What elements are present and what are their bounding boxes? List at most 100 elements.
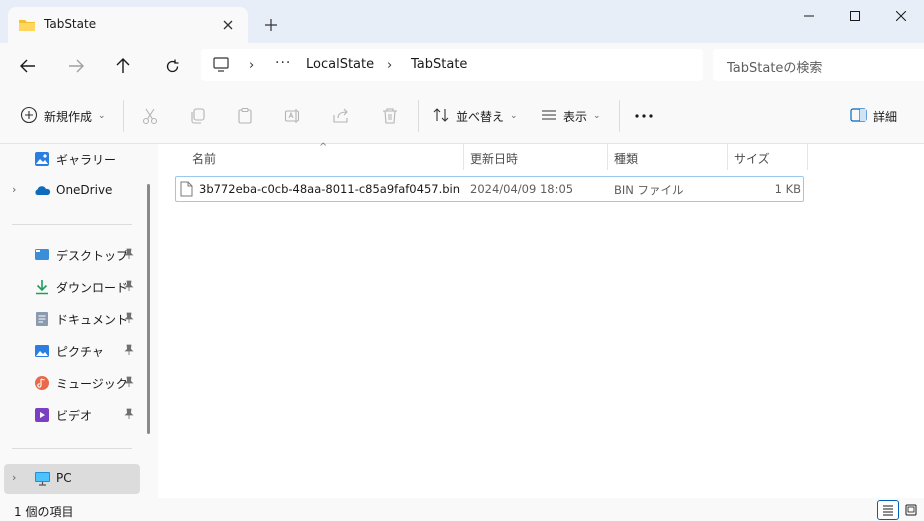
download-icon — [34, 279, 50, 295]
details-pane-button[interactable]: 詳細 — [850, 102, 897, 130]
chevron-right-icon[interactable]: › — [12, 183, 16, 196]
onedrive-icon — [34, 183, 51, 199]
address-row: › ··· LocalState › TabState TabStateの検索 — [0, 43, 924, 88]
sort-icon — [432, 107, 450, 126]
details-pane-label: 詳細 — [873, 109, 898, 124]
close-tab-icon[interactable] — [218, 15, 238, 35]
sidebar-item-documents[interactable]: ドキュメント — [0, 304, 140, 334]
view-button-label: 表示 — [563, 109, 588, 124]
tab-tabstate[interactable]: TabState — [8, 7, 248, 43]
desktop-icon — [34, 247, 50, 263]
breadcrumb-tabstate[interactable]: TabState — [411, 57, 467, 72]
sidebar-item-label: ピクチャ — [56, 345, 104, 359]
tiles-view-icon[interactable] — [900, 500, 922, 520]
breadcrumb-localstate[interactable]: LocalState — [306, 57, 374, 72]
sort-button[interactable]: 並べ替え ⌄ — [432, 102, 518, 130]
gallery-icon — [34, 151, 50, 167]
divider — [123, 100, 124, 132]
file-modified: 2024/04/09 18:05 — [470, 182, 574, 196]
back-arrow-icon[interactable] — [13, 51, 43, 81]
pin-icon[interactable] — [124, 248, 134, 263]
divider — [619, 100, 620, 132]
close-window-icon[interactable] — [878, 0, 924, 32]
pin-icon[interactable] — [124, 408, 134, 423]
file-type: BIN ファイル — [614, 183, 684, 197]
new-button[interactable]: 新規作成 ⌄ — [20, 102, 106, 130]
file-list: ^ 名前 更新日時 種類 サイズ 3b772eba-c0cb-48aa-8011… — [158, 142, 924, 498]
chevron-down-icon: ⌄ — [510, 111, 518, 121]
copy-icon[interactable] — [186, 104, 210, 128]
search-input[interactable]: TabStateの検索 — [713, 49, 924, 81]
rename-icon[interactable] — [281, 104, 305, 128]
command-bar: 新規作成 ⌄ 並べ替え ⌄ 表示 ⌄ 詳細 — [0, 88, 924, 144]
divider — [12, 448, 132, 449]
pin-icon[interactable] — [124, 312, 134, 327]
status-bar: 1 個の項目 — [0, 498, 924, 521]
table-row[interactable]: 3b772eba-c0cb-48aa-8011-c85a9faf0457.bin… — [175, 176, 804, 202]
maximize-icon[interactable] — [832, 0, 878, 32]
nav-scrollbar[interactable] — [147, 184, 150, 434]
column-header-name[interactable]: 名前 — [192, 150, 216, 167]
paste-icon[interactable] — [233, 104, 257, 128]
column-divider[interactable] — [727, 144, 728, 170]
details-pane-icon — [850, 107, 867, 125]
navigation-pane: ギャラリー › OneDrive デスクトップ ダウンロード ドキュメント ピク… — [0, 144, 158, 498]
sort-button-label: 並べ替え — [456, 109, 505, 124]
sidebar-item-desktop[interactable]: デスクトップ — [0, 240, 140, 270]
column-divider[interactable] — [463, 144, 464, 170]
sidebar-item-label: ギャラリー — [56, 153, 117, 167]
pictures-icon — [34, 343, 50, 359]
title-bar: TabState — [0, 0, 924, 43]
plus-circle-icon — [20, 106, 38, 127]
search-placeholder: TabStateの検索 — [727, 61, 823, 76]
chevron-right-icon[interactable]: › — [12, 471, 16, 484]
sidebar-item-label: ダウンロード — [56, 281, 129, 295]
sidebar-item-label: ミュージック — [56, 377, 128, 391]
divider — [12, 224, 132, 225]
sidebar-item-pictures[interactable]: ピクチャ — [0, 336, 140, 366]
sidebar-item-music[interactable]: ミュージック — [0, 368, 140, 398]
details-view-icon[interactable] — [877, 500, 899, 520]
new-tab-icon[interactable] — [260, 14, 282, 36]
column-header-type[interactable]: 種類 — [614, 150, 638, 167]
delete-icon[interactable] — [378, 104, 402, 128]
file-icon — [180, 181, 193, 200]
forward-arrow-icon[interactable] — [61, 51, 91, 81]
sidebar-item-downloads[interactable]: ダウンロード — [0, 272, 140, 302]
address-bar[interactable]: › ··· LocalState › TabState — [201, 49, 703, 81]
column-header-size[interactable]: サイズ — [734, 150, 770, 167]
pin-icon[interactable] — [124, 280, 134, 295]
file-size: 1 KB — [774, 182, 801, 196]
refresh-icon[interactable] — [157, 51, 187, 81]
minimize-icon[interactable] — [786, 0, 832, 32]
column-header-modified[interactable]: 更新日時 — [470, 150, 518, 167]
more-options-icon[interactable] — [632, 104, 656, 128]
more-breadcrumbs-icon[interactable]: ··· — [275, 55, 291, 71]
tab-title: TabState — [44, 17, 97, 31]
sidebar-item-videos[interactable]: ビデオ — [0, 400, 140, 430]
new-button-label: 新規作成 — [44, 109, 93, 124]
sidebar-item-label: OneDrive — [56, 183, 113, 197]
pc-icon — [34, 471, 50, 487]
documents-icon — [34, 311, 50, 327]
sidebar-item-onedrive[interactable]: › OneDrive — [0, 176, 140, 206]
sidebar-item-gallery[interactable]: ギャラリー — [0, 144, 140, 174]
sidebar-item-pc[interactable]: › PC — [4, 464, 140, 494]
pin-icon[interactable] — [124, 376, 134, 391]
share-icon[interactable] — [329, 104, 353, 128]
sidebar-item-label: ビデオ — [56, 409, 93, 423]
file-name: 3b772eba-c0cb-48aa-8011-c85a9faf0457.bin — [199, 182, 461, 196]
chevron-down-icon: ⌄ — [593, 111, 601, 121]
up-arrow-icon[interactable] — [108, 51, 138, 81]
chevron-down-icon: ⌄ — [98, 111, 106, 121]
column-divider[interactable] — [807, 144, 808, 170]
column-divider[interactable] — [607, 144, 608, 170]
sidebar-item-label: デスクトップ — [56, 249, 129, 263]
pin-icon[interactable] — [124, 344, 134, 359]
folder-icon — [18, 17, 36, 36]
computer-icon — [213, 57, 229, 75]
cut-icon[interactable] — [138, 104, 162, 128]
view-button[interactable]: 表示 ⌄ — [541, 102, 601, 130]
view-list-icon — [541, 108, 557, 125]
sidebar-item-label: ドキュメント — [56, 313, 129, 327]
